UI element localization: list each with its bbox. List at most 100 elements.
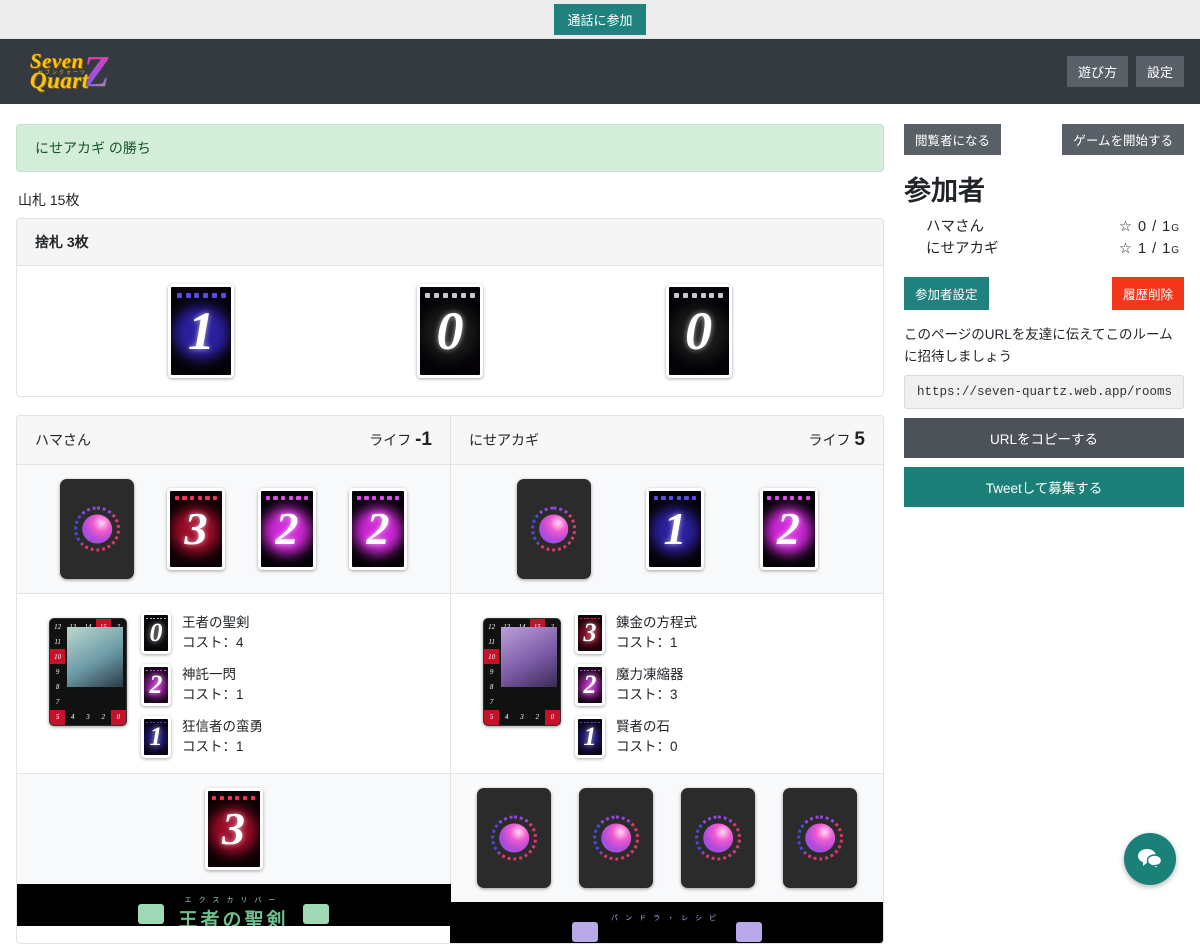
spell-text: 魔力凍縮器コスト：3: [616, 665, 684, 704]
card-value: 1: [584, 724, 597, 750]
spell-row[interactable]: 0 王者の聖剣コスト：4: [141, 612, 434, 654]
number-card[interactable]: 1: [141, 716, 171, 758]
number-card[interactable]: 0: [666, 284, 732, 378]
number-card[interactable]: 2: [349, 488, 407, 570]
life-track-cell: 9: [484, 664, 499, 679]
number-card[interactable]: 0: [417, 284, 483, 378]
result-banner: にせアカギ の勝ち: [16, 124, 884, 172]
number-card[interactable]: 2: [258, 488, 316, 570]
page-body: にせアカギ の勝ち 山札 15枚 捨札 3枚 100 ハマさんライフ -1322…: [0, 104, 1200, 944]
number-card[interactable]: 2: [141, 664, 171, 706]
copy-url-button[interactable]: URLをコピーする: [904, 418, 1184, 458]
spell-name: 狂信者の蛮勇: [182, 717, 263, 737]
card-value: 2: [584, 672, 597, 698]
sidebar-top-actions: 閲覧者になる ゲームを開始する: [904, 124, 1184, 155]
player-header: にせアカギライフ 5: [451, 416, 883, 465]
player-life: ライフ -1: [369, 429, 432, 451]
spell-text: 狂信者の蛮勇コスト：1: [182, 717, 263, 756]
card-back[interactable]: [783, 788, 857, 888]
life-track-cell: 5: [484, 710, 499, 725]
banner-ruby-text: エクスカリバー: [185, 895, 283, 905]
life-track-cell: [499, 695, 514, 710]
sidebar: 閲覧者になる ゲームを開始する 参加者 ハマさん☆ 0 / 1Gにせアカギ☆ 1…: [904, 124, 1184, 944]
join-call-button[interactable]: 通話に参加: [554, 4, 645, 35]
life-track-cell: 8: [50, 680, 65, 695]
card-value: 2: [150, 672, 163, 698]
spell-cost: コスト：0: [616, 737, 678, 757]
banner-decoration-left: [138, 904, 164, 924]
life-track-cell: 7: [50, 695, 65, 710]
participant-item[interactable]: にせアカギ☆ 1 / 1G: [926, 238, 1184, 260]
number-card[interactable]: 1: [575, 716, 605, 758]
delete-history-button[interactable]: 履歴削除: [1112, 277, 1184, 310]
card-value: 3: [185, 506, 208, 552]
app-logo[interactable]: Seven Quart セブンクォーツ Z: [30, 51, 110, 93]
call-bar: 通話に参加: [0, 0, 1200, 39]
life-track-cell: 11: [484, 634, 499, 649]
number-card[interactable]: 2: [760, 488, 818, 570]
card-back[interactable]: [579, 788, 653, 888]
card-back-orb: [703, 824, 733, 853]
chat-fab-button[interactable]: [1124, 833, 1176, 885]
spell-row[interactable]: 1賢者の石コスト：0: [575, 716, 867, 758]
number-card[interactable]: 0: [141, 612, 171, 654]
number-card[interactable]: 3: [167, 488, 225, 570]
participant-wins: 0 / 1: [1138, 219, 1171, 235]
become-spectator-button[interactable]: 閲覧者になる: [904, 124, 1001, 155]
number-card[interactable]: 2: [575, 664, 605, 706]
deck-count-label: 山札 15枚: [16, 190, 884, 218]
card-pips: [580, 618, 600, 620]
card-banner: エクスカリバー王者の聖剣: [16, 884, 451, 926]
card-pips: [674, 293, 723, 297]
spell-row[interactable]: 3 錬金の方程式コスト：1: [575, 612, 867, 654]
spell-text: 王者の聖剣コスト：4: [182, 613, 250, 652]
character-card[interactable]: 12131415?111098754320: [49, 618, 127, 726]
banner-decoration-right: [303, 904, 329, 924]
player-board: 12131415?111098754320 0 王者の聖剣コスト：4 2神託一閃コスト…: [17, 594, 450, 774]
spell-row[interactable]: 1 狂信者の蛮勇コスト：1: [141, 716, 434, 758]
card-back[interactable]: [477, 788, 551, 888]
room-url-input[interactable]: [904, 375, 1184, 409]
card-banner: パンドラ・レシピ: [450, 902, 884, 944]
player-board: 12131415?111098754320 3 錬金の方程式コスト：1 2 魔力凍縮器コ…: [451, 594, 883, 774]
life-track-cell: 5: [50, 710, 65, 725]
spell-row[interactable]: 2 魔力凍縮器コスト：3: [575, 664, 867, 706]
card-pips: [654, 496, 697, 500]
tweet-recruit-button[interactable]: Tweetして募集する: [904, 467, 1184, 507]
card-back[interactable]: [60, 479, 134, 579]
card-pips: [146, 722, 166, 724]
participant-item[interactable]: ハマさん☆ 0 / 1G: [926, 216, 1184, 238]
card-pips: [767, 496, 810, 500]
card-value: 1: [664, 506, 687, 552]
spell-list: 0 王者の聖剣コスト：4 2神託一閃コスト：1 1 狂信者の蛮勇コスト：1: [141, 608, 434, 758]
number-card[interactable]: 3: [575, 612, 605, 654]
card-back-orb: [805, 824, 835, 853]
navbar: Seven Quart セブンクォーツ Z 遊び方 設定: [0, 39, 1200, 104]
settings-button[interactable]: 設定: [1136, 56, 1184, 87]
card-back[interactable]: [681, 788, 755, 888]
life-label: ライフ: [809, 432, 855, 448]
start-game-button[interactable]: ゲームを開始する: [1062, 124, 1184, 155]
character-card[interactable]: 12131415?111098754320: [483, 618, 561, 726]
spell-text: 錬金の方程式コスト：1: [616, 613, 697, 652]
number-card[interactable]: 3: [205, 788, 263, 870]
discard-card-area: 1 0 0: [17, 266, 883, 396]
card-pips: [425, 293, 474, 297]
nav-actions: 遊び方 設定: [1067, 56, 1184, 87]
card-back-orb: [601, 824, 631, 853]
spell-row[interactable]: 2神託一閃コスト：1: [141, 664, 434, 706]
number-card[interactable]: 1: [646, 488, 704, 570]
card-back[interactable]: [517, 479, 591, 579]
chat-bubbles-icon: [1137, 847, 1163, 871]
participant-settings-button[interactable]: 参加者設定: [904, 277, 989, 310]
participant-score: ☆ 0 / 1G: [1119, 216, 1180, 238]
number-card[interactable]: 1: [168, 284, 234, 378]
card-pips: [212, 796, 255, 800]
game-board-column: にせアカギ の勝ち 山札 15枚 捨札 3枚 100 ハマさんライフ -1322…: [16, 124, 884, 944]
spell-list: 3 錬金の方程式コスト：1 2 魔力凍縮器コスト：3 1賢者の石コスト：0: [575, 608, 867, 758]
card-value: 2: [367, 506, 390, 552]
character-artwork: [67, 627, 123, 686]
life-value: -1: [415, 429, 432, 450]
how-to-play-button[interactable]: 遊び方: [1067, 56, 1128, 87]
player-header: ハマさんライフ -1: [17, 416, 450, 465]
